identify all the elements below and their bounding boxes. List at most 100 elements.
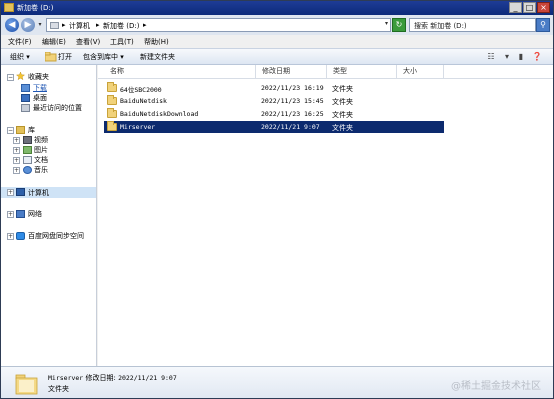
file-row-selected[interactable]: Mirserver 2022/11/21 9:07 文件夹: [104, 121, 444, 133]
menu-edit[interactable]: 编辑(E): [42, 37, 66, 47]
file-name: 64位SBC2000: [120, 86, 162, 94]
nav-libraries[interactable]: − 库: [1, 125, 96, 135]
picture-icon: [23, 146, 32, 154]
computer-icon: [50, 22, 59, 29]
include-library-button[interactable]: 包含到库中 ▾: [83, 52, 124, 62]
preview-pane-icon[interactable]: ▮: [515, 52, 527, 62]
nav-item-videos[interactable]: + 视频: [13, 135, 93, 145]
file-date: 2022/11/23 15:45: [261, 97, 324, 105]
view-dropdown-icon[interactable]: ▾: [501, 52, 513, 62]
nav-item-recent[interactable]: 最近访问的位置: [21, 103, 96, 113]
expand-icon[interactable]: +: [13, 137, 20, 144]
column-header-size[interactable]: 大小: [397, 65, 444, 78]
menu-bar: 文件(F) 编辑(E) 查看(V) 工具(T) 帮助(H): [1, 35, 553, 48]
library-icon: [16, 126, 25, 134]
command-bar: 组织 ▾ 打开 包含到库中 ▾ 新建文件夹 ☷ ▾ ▮ ❓: [1, 48, 553, 65]
window-title: 新加卷 (D:): [17, 4, 54, 12]
history-dropdown[interactable]: ▾: [36, 19, 44, 31]
back-button[interactable]: ◀: [5, 18, 19, 32]
breadcrumb-sep: ▸: [143, 21, 147, 29]
breadcrumb-sep: ▸: [62, 21, 66, 29]
expand-icon[interactable]: +: [13, 167, 20, 174]
file-row[interactable]: BaiduNetdiskDownload 2022/11/23 16:25 文件…: [104, 108, 444, 120]
folder-icon: [107, 121, 117, 131]
folder-icon: [107, 108, 117, 118]
details-type: 文件夹: [48, 385, 69, 393]
details-name: Mirserver: [48, 374, 84, 382]
breadcrumb-computer[interactable]: 计算机: [69, 21, 90, 31]
expand-icon[interactable]: +: [13, 157, 20, 164]
collapse-icon[interactable]: −: [7, 74, 14, 81]
nav-item-downloads[interactable]: 下载: [21, 83, 91, 93]
nav-item-desktop[interactable]: 桌面: [21, 93, 91, 103]
nav-favorites[interactable]: − 收藏夹: [1, 72, 96, 82]
file-name: Mirserver: [120, 123, 156, 131]
file-date: 2022/11/23 16:19: [261, 84, 324, 92]
drive-icon: [4, 3, 14, 12]
file-row[interactable]: BaiduNetdisk 2022/11/23 15:45 文件夹: [104, 95, 444, 107]
nav-label: 图片: [34, 146, 48, 154]
open-button[interactable]: 打开: [58, 52, 72, 62]
file-date: 2022/11/21 9:07: [261, 123, 320, 131]
nav-item-pictures[interactable]: + 图片: [13, 145, 93, 155]
file-type: 文件夹: [332, 98, 353, 106]
help-icon[interactable]: ❓: [531, 52, 543, 62]
title-bar[interactable]: 新加卷 (D:) _ □ ×: [1, 1, 553, 15]
nav-label: 视频: [34, 136, 48, 144]
expand-icon[interactable]: +: [7, 233, 14, 240]
menu-view[interactable]: 查看(V): [76, 37, 100, 47]
expand-icon[interactable]: +: [13, 147, 20, 154]
desktop-icon: [21, 94, 30, 102]
file-type: 文件夹: [332, 111, 353, 119]
view-options-icon[interactable]: ☷: [485, 52, 497, 62]
computer-icon: [16, 188, 25, 196]
column-header-type[interactable]: 类型: [327, 65, 397, 78]
search-placeholder: 搜索 新加卷 (D:): [414, 22, 467, 30]
baidu-cloud-icon: [16, 232, 25, 240]
collapse-icon[interactable]: −: [7, 127, 14, 134]
menu-tools[interactable]: 工具(T): [110, 37, 134, 47]
video-icon: [23, 136, 32, 144]
details-pane: Mirserver 修改日期: 2022/11/21 9:07 文件夹 @稀土掘…: [1, 366, 553, 398]
nav-item-documents[interactable]: + 文档: [13, 155, 93, 165]
nav-baidu-sync[interactable]: + 百度网盘同步空间: [1, 231, 96, 241]
minimize-button[interactable]: _: [509, 2, 522, 13]
menu-file[interactable]: 文件(F): [8, 37, 32, 47]
details-modified-value: 2022/11/21 9:07: [118, 374, 177, 382]
nav-computer[interactable]: + 计算机: [1, 187, 96, 198]
close-button[interactable]: ×: [537, 2, 550, 13]
nav-label: 收藏夹: [28, 73, 49, 81]
folder-icon: [107, 82, 117, 92]
column-header-name[interactable]: 名称: [104, 65, 256, 78]
breadcrumb-drive[interactable]: 新加卷 (D:): [103, 21, 139, 31]
navigation-pane: − 收藏夹 下载 桌面 最近访问的位置 − 库 + 视频 + 图片 + 文档 +…: [1, 65, 97, 366]
address-dropdown-icon[interactable]: ▾: [385, 20, 388, 27]
file-row[interactable]: 64位SBC2000 2022/11/23 16:19 文件夹: [104, 82, 444, 94]
nav-item-music[interactable]: + 音乐: [13, 165, 93, 175]
folder-icon: [15, 374, 38, 395]
music-icon: [23, 166, 32, 174]
search-input[interactable]: 搜索 新加卷 (D:): [409, 18, 536, 32]
nav-label: 百度网盘同步空间: [28, 232, 84, 240]
file-name: BaiduNetdiskDownload: [120, 110, 199, 118]
file-type: 文件夹: [332, 124, 353, 132]
forward-button[interactable]: ▶: [21, 18, 35, 32]
organize-button[interactable]: 组织 ▾: [10, 52, 30, 62]
refresh-button[interactable]: ↻: [392, 18, 406, 32]
search-icon[interactable]: ⚲: [536, 18, 550, 32]
file-list: 名称 修改日期 类型 大小 64位SBC2000 2022/11/23 16:1…: [98, 65, 553, 366]
nav-label: 桌面: [33, 94, 47, 102]
expand-icon[interactable]: +: [7, 211, 14, 218]
nav-label: 音乐: [34, 166, 48, 174]
explorer-window: 新加卷 (D:) _ □ × ◀ ▶ ▾ ▸ 计算机 ▸ 新加卷 (D:) ▸ …: [0, 0, 554, 399]
download-folder-icon: [21, 84, 30, 92]
nav-label: 下载: [33, 84, 47, 92]
new-folder-button[interactable]: 新建文件夹: [140, 52, 175, 62]
menu-help[interactable]: 帮助(H): [144, 37, 169, 47]
nav-network[interactable]: + 网络: [1, 209, 96, 219]
recent-places-icon: [21, 104, 30, 112]
address-bar[interactable]: ▸ 计算机 ▸ 新加卷 (D:) ▸ ▾: [46, 18, 391, 32]
expand-icon[interactable]: +: [7, 189, 14, 196]
maximize-button[interactable]: □: [523, 2, 536, 13]
column-header-date[interactable]: 修改日期: [256, 65, 327, 78]
